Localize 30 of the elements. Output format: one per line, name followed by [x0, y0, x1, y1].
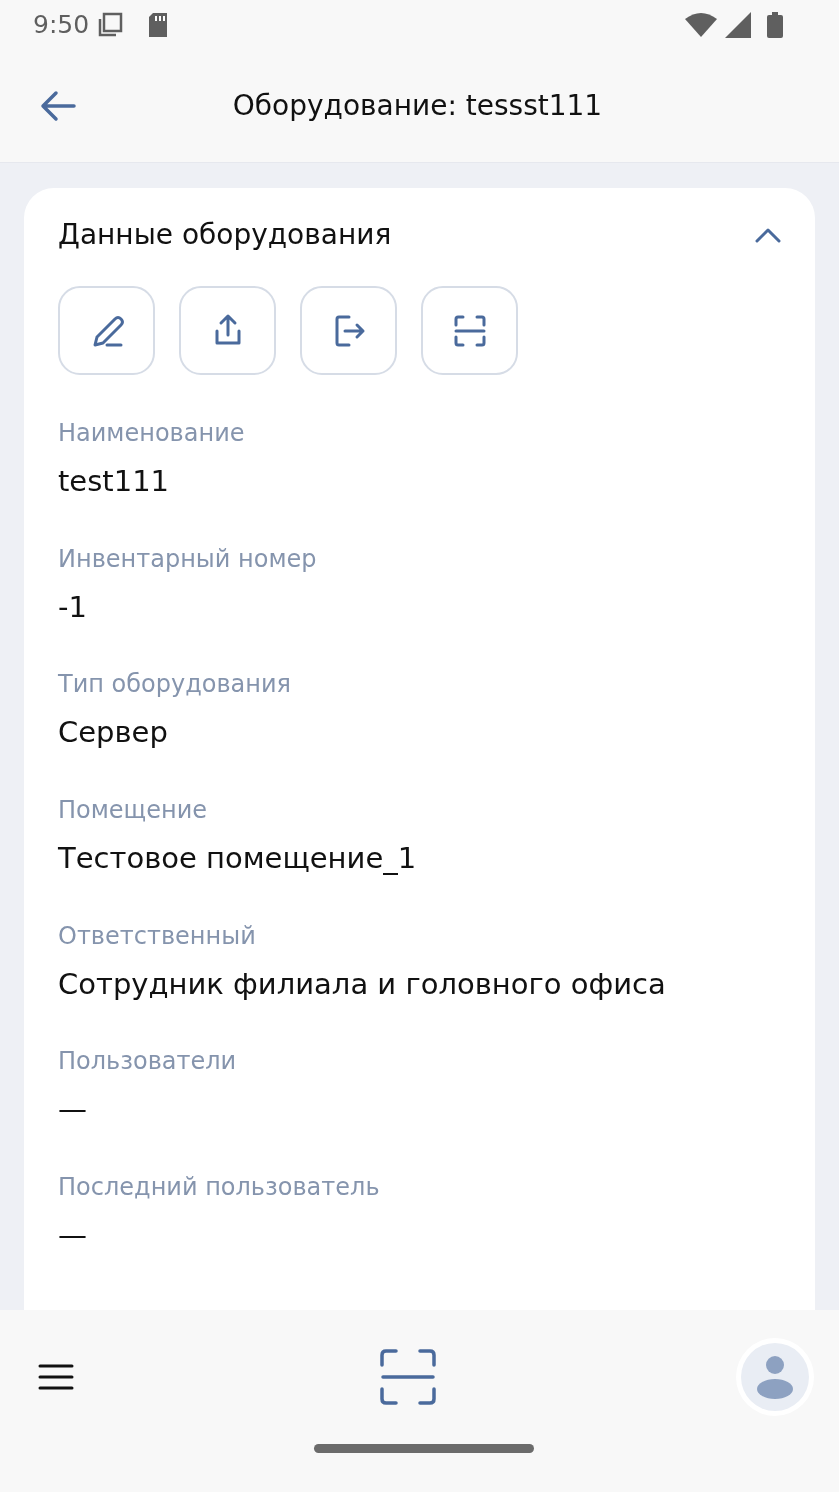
battery-icon [767, 12, 783, 38]
sd-card-icon [147, 12, 170, 38]
field-value: — [58, 1217, 88, 1255]
signal-icon [725, 12, 751, 38]
field-label: Последний пользователь [58, 1172, 381, 1204]
edit-button[interactable] [58, 286, 155, 375]
field-label: Пользователи [58, 1046, 238, 1078]
share-button[interactable] [179, 286, 276, 375]
field-label: Наименование [58, 418, 246, 449]
copy-icon [97, 12, 124, 38]
back-arrow-icon[interactable] [40, 90, 76, 122]
field-value: -1 [58, 588, 88, 626]
field-value: Сервер [58, 714, 169, 752]
screen-title: Оборудование: tessst111 [231, 88, 604, 124]
field-label: Тип оборудования [58, 669, 293, 701]
exit-button[interactable] [300, 286, 397, 375]
collapse-chevron-icon[interactable] [755, 227, 781, 243]
field-label: Инвентарный номер [58, 543, 318, 575]
field-value: Сотрудник филиала и головного офиса [58, 965, 667, 1003]
field-value: test111 [58, 463, 171, 500]
scan-icon[interactable] [379, 1349, 436, 1405]
menu-icon[interactable] [38, 1363, 74, 1391]
field-label: Помещение [58, 795, 209, 827]
field-value: — [58, 1091, 88, 1129]
scan-button[interactable] [421, 286, 518, 375]
section-title: Данные оборудования [58, 217, 392, 253]
wifi-icon [685, 13, 717, 37]
field-label: Ответственный [58, 920, 257, 952]
status-time: 9:50 [33, 9, 90, 42]
field-value: Тестовое помещение_1 [58, 840, 418, 878]
